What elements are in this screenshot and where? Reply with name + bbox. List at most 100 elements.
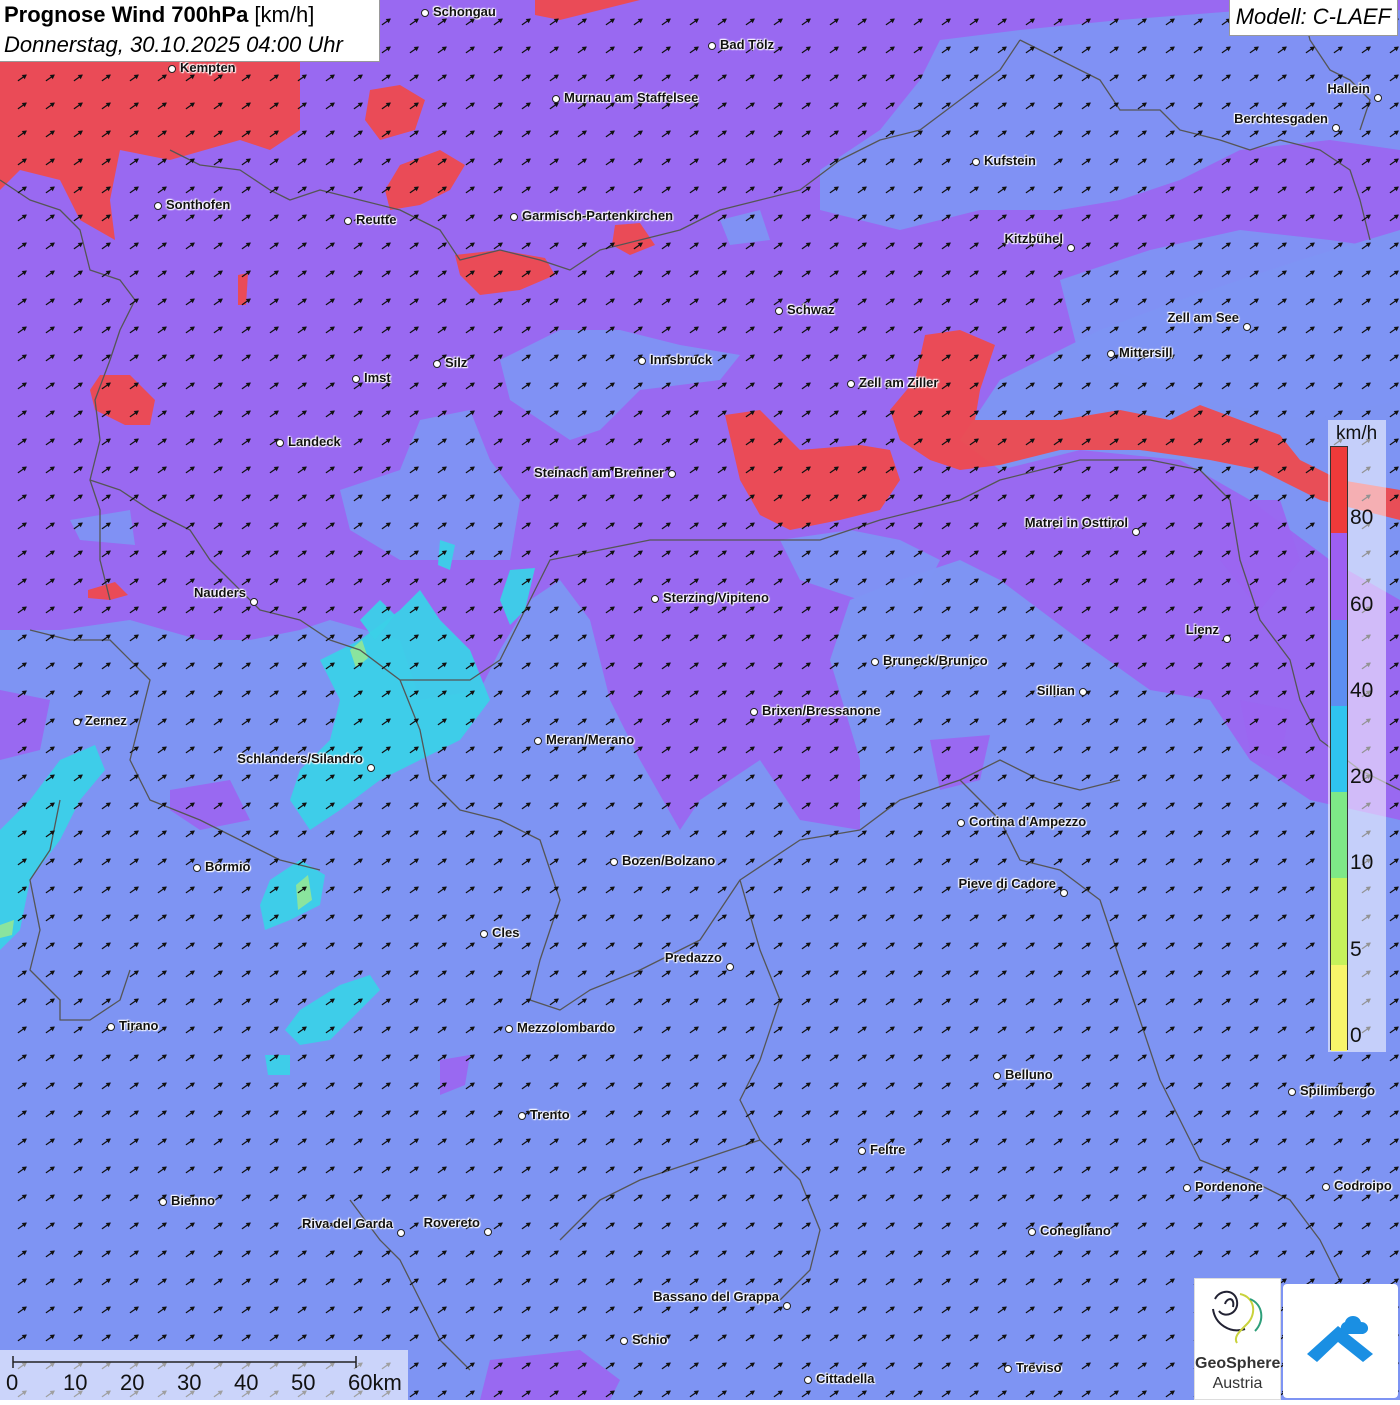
wind-arrow bbox=[688, 1248, 700, 1259]
wind-arrow bbox=[576, 128, 588, 139]
wind-arrow bbox=[240, 296, 252, 307]
wind-arrow bbox=[268, 128, 280, 139]
wind-arrow bbox=[128, 100, 140, 111]
wind-arrow bbox=[408, 296, 420, 307]
wind-arrow bbox=[156, 632, 168, 643]
forecast-map[interactable]: SchongauBad TölzKemptenMurnau am Staffel… bbox=[0, 0, 1400, 1400]
wind-arrow bbox=[72, 184, 84, 195]
wind-arrow bbox=[268, 1192, 280, 1203]
wind-arrow bbox=[1164, 212, 1176, 223]
wind-arrow bbox=[520, 856, 532, 867]
wind-arrow bbox=[1164, 1164, 1176, 1175]
wind-arrow bbox=[492, 884, 504, 895]
wind-arrow bbox=[520, 688, 532, 699]
wind-arrow bbox=[296, 688, 308, 699]
wind-arrow bbox=[44, 548, 56, 559]
city-label: Imst bbox=[364, 370, 391, 385]
wind-arrow bbox=[520, 380, 532, 391]
wind-arrow bbox=[72, 772, 84, 783]
wind-arrow bbox=[1192, 408, 1204, 419]
wind-arrow bbox=[856, 1220, 868, 1231]
wind-arrow bbox=[744, 632, 756, 643]
wind-arrow bbox=[128, 800, 140, 811]
wind-arrow bbox=[1108, 72, 1120, 83]
wind-arrow bbox=[492, 772, 504, 783]
wind-arrow bbox=[604, 660, 616, 671]
wind-arrow bbox=[744, 940, 756, 951]
wind-arrow bbox=[996, 828, 1008, 839]
app-logo[interactable] bbox=[1283, 1284, 1398, 1398]
wind-arrow bbox=[828, 912, 840, 923]
wind-arrow bbox=[1136, 1388, 1148, 1399]
wind-arrow bbox=[660, 128, 672, 139]
wind-arrow bbox=[548, 492, 560, 503]
wind-arrow bbox=[44, 576, 56, 587]
wind-arrow bbox=[1108, 268, 1120, 279]
wind-arrow bbox=[912, 240, 924, 251]
wind-arrow bbox=[44, 884, 56, 895]
wind-arrow bbox=[716, 1164, 728, 1175]
wind-arrow bbox=[996, 940, 1008, 951]
wind-arrow bbox=[940, 100, 952, 111]
wind-arrow bbox=[156, 436, 168, 447]
wind-arrow bbox=[324, 660, 336, 671]
wind-arrow bbox=[464, 660, 476, 671]
wind-arrow bbox=[828, 1024, 840, 1035]
wind-arrow bbox=[744, 408, 756, 419]
wind-arrow bbox=[912, 436, 924, 447]
wind-arrow bbox=[800, 1248, 812, 1259]
city-label: Pieve di Cadore bbox=[958, 876, 1056, 891]
wind-arrow bbox=[464, 856, 476, 867]
wind-arrow bbox=[296, 380, 308, 391]
wind-arrow bbox=[296, 492, 308, 503]
wind-arrow bbox=[380, 800, 392, 811]
wind-arrow bbox=[744, 716, 756, 727]
wind-arrow bbox=[912, 1304, 924, 1315]
wind-arrow bbox=[16, 940, 28, 951]
wind-arrow bbox=[912, 1164, 924, 1175]
wind-arrow bbox=[156, 1164, 168, 1175]
wind-arrow bbox=[968, 940, 980, 951]
legend-color-segment bbox=[1331, 533, 1347, 619]
wind-arrow bbox=[72, 884, 84, 895]
wind-arrow bbox=[744, 128, 756, 139]
wind-arrow bbox=[1220, 744, 1232, 755]
wind-arrow bbox=[688, 380, 700, 391]
city-label: Kitzbühel bbox=[1005, 231, 1064, 246]
wind-arrow bbox=[548, 660, 560, 671]
wind-arrow bbox=[912, 604, 924, 615]
wind-arrow bbox=[744, 1164, 756, 1175]
wind-arrow bbox=[1052, 1304, 1064, 1315]
city-dot-icon bbox=[871, 658, 879, 666]
wind-arrow bbox=[352, 688, 364, 699]
wind-arrow bbox=[156, 408, 168, 419]
wind-arrow bbox=[632, 968, 644, 979]
wind-arrow bbox=[100, 800, 112, 811]
wind-arrow bbox=[212, 912, 224, 923]
wind-arrow bbox=[856, 436, 868, 447]
wind-arrow bbox=[1360, 296, 1372, 307]
wind-arrow bbox=[72, 912, 84, 923]
wind-arrow bbox=[1108, 1248, 1120, 1259]
wind-arrow bbox=[912, 744, 924, 755]
wind-arrow bbox=[1164, 1332, 1176, 1343]
wind-arrow bbox=[296, 1248, 308, 1259]
wind-arrow bbox=[940, 716, 952, 727]
wind-arrow bbox=[1248, 520, 1260, 531]
wind-arrow bbox=[1192, 1192, 1204, 1203]
wind-arrow bbox=[884, 632, 896, 643]
wind-arrow bbox=[380, 884, 392, 895]
city-label: Hallein bbox=[1327, 81, 1370, 96]
wind-arrow bbox=[16, 296, 28, 307]
wind-arrow bbox=[352, 604, 364, 615]
wind-arrow bbox=[464, 1024, 476, 1035]
wind-arrow bbox=[380, 520, 392, 531]
wind-arrow bbox=[1304, 912, 1316, 923]
wind-arrow bbox=[464, 576, 476, 587]
geosphere-logo[interactable]: GeoSphere Austria bbox=[1194, 1278, 1281, 1400]
wind-arrow bbox=[688, 1136, 700, 1147]
wind-arrow bbox=[856, 1304, 868, 1315]
wind-arrow bbox=[1024, 604, 1036, 615]
wind-arrow bbox=[1108, 688, 1120, 699]
city-dot-icon bbox=[433, 360, 441, 368]
